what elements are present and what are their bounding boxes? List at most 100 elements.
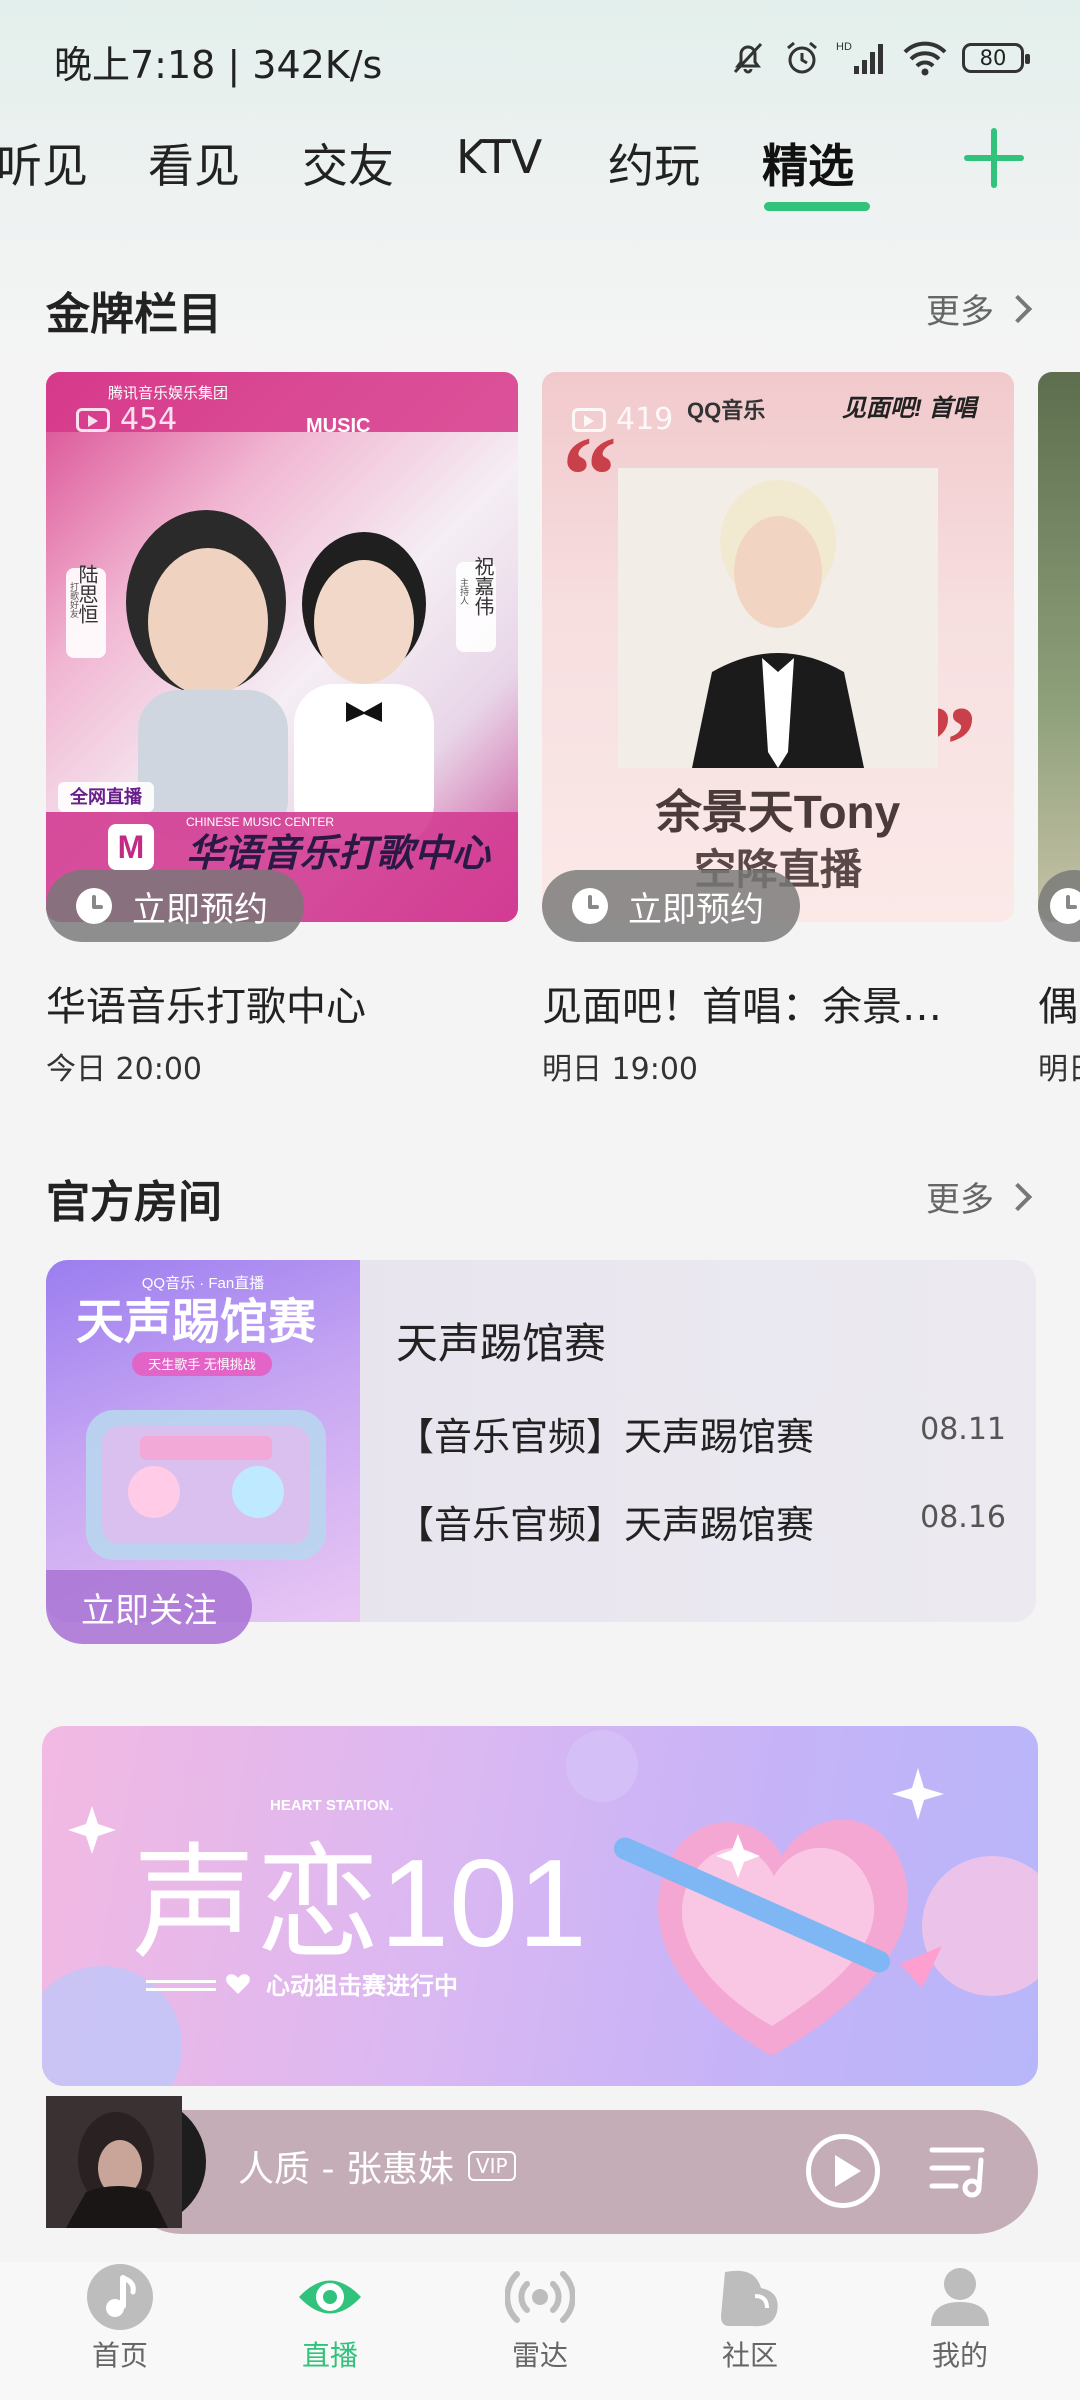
cover-live-tag: 全网直播 [69, 786, 143, 807]
status-bar: 晚上7:18 | 342K/s HD 80 [0, 0, 1080, 120]
video-icon [572, 407, 606, 432]
cover-group-text: 腾讯音乐娱乐集团 [108, 385, 228, 402]
room-cover-tags: 天生歌手 无惧挑战 [148, 1357, 256, 1372]
mute-bell-icon [733, 42, 763, 74]
cover-art-tony: QQ音乐 见面吧! 首唱 “ ” 余景天Tony 空降直播 [562, 395, 980, 893]
room-cover: QQ音乐 · Fan直播 天声踢馆赛 天生歌手 无惧挑战 [46, 1260, 360, 1622]
tab-play[interactable]: 约玩 [608, 130, 700, 196]
vip-badge: VIP [467, 2151, 516, 2181]
wifi-icon [903, 41, 947, 76]
program-title: 【音乐官频】天声踢馆赛 [396, 1415, 815, 1459]
eye-icon [299, 2280, 361, 2314]
card-title: 华语音乐打歌中心 [46, 984, 366, 1030]
status-time: 晚上7:18 | 342K/s [54, 43, 383, 87]
nav-label: 直播 [301, 2339, 358, 2372]
view-count: 419 [572, 402, 673, 437]
tab-featured[interactable]: 精选 [762, 130, 854, 196]
card-cover: QQ音乐 见面吧! 首唱 “ ” 余景天Tony 空降直播 419 [542, 372, 1014, 922]
program-title: 【音乐官频】天声踢馆赛 [396, 1503, 815, 1547]
alarm-icon [787, 41, 817, 74]
cover-show-text: 见面吧! 首唱 [842, 395, 980, 422]
card-title: 见面吧！首唱：余景… [542, 984, 942, 1030]
room-cover-brand: QQ音乐 · Fan直播 [142, 1275, 265, 1292]
now-playing-cover[interactable] [46, 2096, 206, 2228]
gold-card-partial[interactable]: 偶 明日 [1038, 372, 1080, 1092]
cover-art-huayu: 腾讯音乐娱乐集团 MUSIC 陆思恒 打歌好友 祝嘉伟 主持人 全网直播 M C… [46, 372, 518, 922]
cover-brand-text: QQ音乐 [687, 398, 765, 423]
album-art [46, 2096, 206, 2228]
song-title: 人质 - 张惠妹 [238, 2149, 454, 2190]
room-name: 天声踢馆赛 [396, 1319, 607, 1368]
cover-logo-sub: CHINESE MUSIC CENTER [186, 815, 334, 829]
cover-music-text: MUSIC [306, 415, 370, 437]
view-count-value: 419 [616, 402, 674, 437]
svg-text:HD: HD [836, 41, 852, 53]
program-date: 08.11 [920, 1412, 1006, 1447]
room-program-row[interactable]: 【音乐官频】天声踢馆赛 08.11 [396, 1406, 1006, 1461]
room-cover-art: QQ音乐 · Fan直播 天声踢馆赛 天生歌手 无惧挑战 [76, 1275, 326, 1560]
nav-item-live[interactable]: 直播 [260, 2262, 400, 2374]
tab-listen[interactable]: 听见 [0, 130, 88, 196]
view-count: 454 [76, 402, 177, 437]
banner-sub-text: 心动狙击赛进行中 [266, 1972, 458, 2000]
reserve-label: 立即预约 [132, 889, 268, 930]
card-time: 今日 20:00 [46, 1052, 202, 1087]
official-more-button[interactable]: 更多 [926, 1172, 1033, 1221]
tab-ktv[interactable]: KTV [456, 130, 542, 184]
gold-more-label: 更多 [926, 292, 994, 332]
clock-icon [572, 888, 608, 924]
active-tab-indicator [764, 202, 870, 211]
reserve-button[interactable]: 立即预约 [542, 870, 800, 942]
video-icon [76, 407, 110, 432]
playlist-icon[interactable] [928, 2140, 990, 2200]
program-date: 08.16 [920, 1500, 1006, 1535]
play-icon[interactable] [806, 2134, 880, 2208]
chevron-right-icon [1003, 294, 1033, 323]
banner-small-text: HEART STATION. [270, 1797, 394, 1814]
signal-icon: HD [836, 41, 883, 74]
clock-icon [76, 888, 112, 924]
radar-icon [505, 2271, 575, 2323]
nav-label: 首页 [91, 2339, 148, 2372]
follow-button[interactable]: 立即关注 [46, 1570, 252, 1644]
banner-art: HEART STATION. 声恋101 心动狙击赛进行中 [42, 1730, 1038, 2086]
banner-big-text: 声恋101 [132, 1835, 587, 1973]
battery-icon: 80 [962, 43, 1030, 73]
nav-label: 雷达 [511, 2339, 568, 2372]
chevron-right-icon [1003, 1182, 1033, 1211]
nav-item-radar[interactable]: 雷达 [470, 2262, 610, 2374]
official-room-card[interactable]: QQ音乐 · Fan直播 天声踢馆赛 天生歌手 无惧挑战 立即关注 天声踢馆赛 … [46, 1260, 1036, 1644]
card-time: 明日 [1038, 1052, 1080, 1087]
room-program-row[interactable]: 【音乐官频】天声踢馆赛 08.16 [396, 1494, 1006, 1549]
nav-label: 社区 [721, 2339, 778, 2372]
add-tab-icon[interactable] [964, 128, 1024, 188]
tab-watch[interactable]: 看见 [148, 130, 240, 196]
official-section-title: 官方房间 [46, 1177, 222, 1228]
music-note-icon [87, 2264, 153, 2330]
gold-section-title: 金牌栏目 [46, 289, 222, 340]
reserve-button[interactable]: 立即预约 [46, 870, 304, 942]
tab-social[interactable]: 交友 [302, 130, 394, 196]
view-count-value: 454 [120, 402, 178, 437]
cover-left-role: 打歌好友 [69, 581, 79, 619]
cover-right-name: 祝嘉伟 [471, 556, 494, 616]
promo-banner[interactable]: HEART STATION. 声恋101 心动狙击赛进行中 [42, 1726, 1038, 2086]
nav-item-home[interactable]: 首页 [50, 2262, 190, 2374]
card-time: 明日 19:00 [542, 1052, 698, 1087]
now-playing-info[interactable]: 人质 - 张惠妹 VIP [238, 2140, 516, 2192]
card-title: 偶 [1038, 984, 1078, 1030]
category-tabs: 听见 看见 交友 KTV 约玩 精选 [0, 120, 1080, 220]
status-icons: HD 80 [728, 34, 1030, 82]
reserve-label: 立即预约 [628, 889, 764, 930]
gold-more-button[interactable]: 更多 [926, 284, 1033, 333]
nav-item-profile[interactable]: 我的 [890, 2262, 1030, 2374]
bottom-nav: 首页 直播 雷达 社区 我的 [0, 2262, 1080, 2400]
clock-icon [1050, 888, 1080, 924]
profile-icon [931, 2268, 989, 2326]
card-cover: 腾讯音乐娱乐集团 MUSIC 陆思恒 打歌好友 祝嘉伟 主持人 全网直播 M C… [46, 372, 518, 922]
card-cover [1038, 372, 1080, 922]
nav-item-community[interactable]: 社区 [680, 2262, 820, 2374]
battery-level: 80 [979, 46, 1007, 70]
svg-text:M: M [118, 829, 145, 865]
cover-name-text: 余景天Tony [655, 786, 901, 838]
